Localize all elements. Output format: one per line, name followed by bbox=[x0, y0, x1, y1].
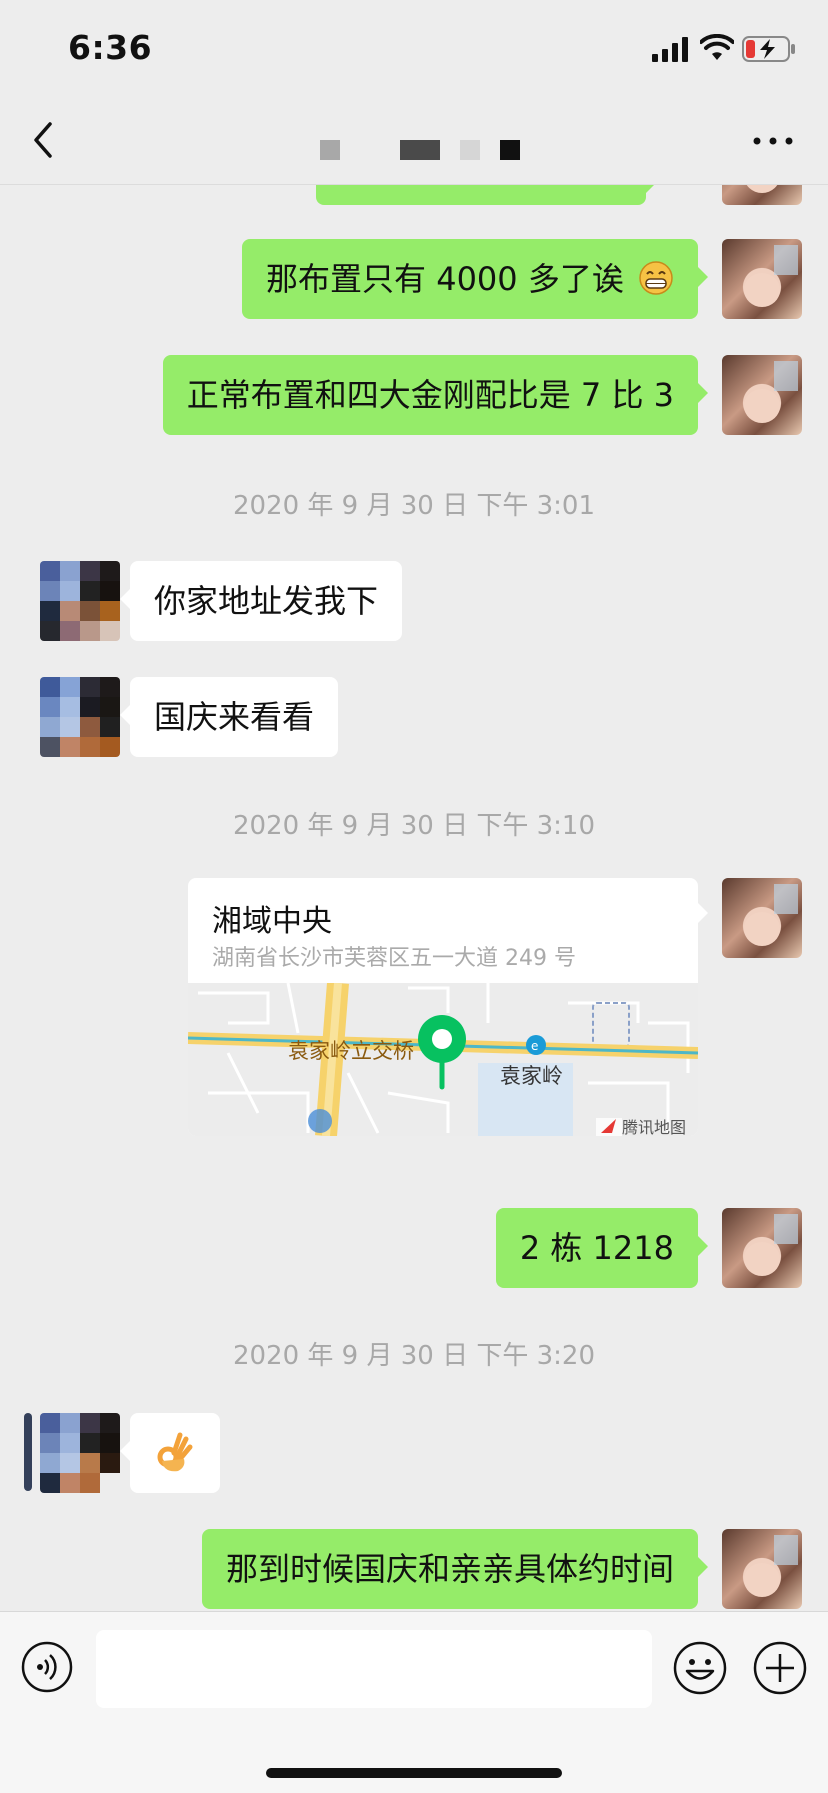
more-icon[interactable] bbox=[752, 134, 794, 148]
location-card[interactable]: 湘域中央 湖南省长沙市芙蓉区五一大道 249 号 e 袁家岭立交桥 袁家岭 腾讯… bbox=[188, 878, 698, 1136]
avatar[interactable] bbox=[722, 355, 802, 435]
avatar[interactable] bbox=[722, 878, 802, 958]
map-label-1: 袁家岭立交桥 bbox=[288, 1039, 414, 1063]
input-bar bbox=[0, 1611, 828, 1793]
timestamp: 2020 年 9 月 30 日 下午 3:10 bbox=[232, 811, 596, 841]
avatar[interactable] bbox=[40, 561, 120, 641]
avatar[interactable] bbox=[40, 677, 120, 757]
wifi-icon bbox=[700, 34, 734, 60]
message-bubble[interactable]: 正常布置和四大金刚配比是 7 比 3 bbox=[162, 355, 709, 435]
avatar[interactable] bbox=[722, 1208, 802, 1288]
battery-icon bbox=[742, 36, 795, 62]
timestamp: 2020 年 9 月 30 日 下午 3:01 bbox=[232, 491, 596, 521]
map-brand: 腾讯地图 bbox=[622, 1118, 686, 1136]
avatar[interactable] bbox=[722, 1529, 802, 1609]
message-input[interactable] bbox=[96, 1630, 652, 1708]
message-bubble[interactable]: 那布置只有 4000 多了诶 bbox=[242, 239, 708, 319]
avatar-edge bbox=[24, 1413, 32, 1491]
message-bubble[interactable]: 那到时候国庆和亲亲具体约时间 bbox=[201, 1529, 709, 1609]
grin-emoji bbox=[639, 261, 673, 295]
message-bubble[interactable]: 2 栋 1218 bbox=[495, 1208, 709, 1288]
message-bubble-partial[interactable] bbox=[316, 185, 656, 205]
location-card-tail bbox=[698, 903, 708, 923]
status-time: 6:36 bbox=[68, 28, 153, 67]
avatar[interactable] bbox=[722, 185, 802, 205]
emoji-icon[interactable] bbox=[672, 1640, 728, 1696]
map-label-2: 袁家岭 bbox=[500, 1064, 563, 1088]
back-icon[interactable] bbox=[28, 120, 58, 160]
avatar[interactable] bbox=[40, 1413, 120, 1493]
plus-icon[interactable] bbox=[752, 1640, 808, 1696]
message-bubble[interactable]: 你家地址发我下 bbox=[119, 561, 403, 641]
message-bubble[interactable]: 国庆来看看 bbox=[119, 677, 339, 757]
voice-icon[interactable] bbox=[20, 1640, 74, 1694]
svg-text:e: e bbox=[531, 1039, 538, 1053]
map-preview[interactable]: e 袁家岭立交桥 袁家岭 腾讯地图 bbox=[188, 983, 698, 1136]
message-text: 那布置只有 4000 多了诶 bbox=[266, 260, 624, 298]
ok-hand-emoji bbox=[157, 1432, 193, 1472]
location-title: 湘域中央 bbox=[212, 904, 332, 939]
location-address: 湖南省长沙市芙蓉区五一大道 249 号 bbox=[212, 946, 576, 971]
avatar[interactable] bbox=[722, 239, 802, 319]
signal-icon bbox=[652, 37, 688, 62]
home-indicator bbox=[266, 1768, 562, 1778]
chat-area[interactable]: 那布置只有 4000 多了诶 正常布置和四大金刚配比是 7 比 3 2020 年… bbox=[0, 185, 828, 1611]
status-bar: 6:36 bbox=[0, 0, 828, 100]
nav-bar bbox=[0, 100, 828, 185]
message-bubble[interactable] bbox=[120, 1413, 220, 1493]
timestamp: 2020 年 9 月 30 日 下午 3:20 bbox=[232, 1341, 596, 1371]
